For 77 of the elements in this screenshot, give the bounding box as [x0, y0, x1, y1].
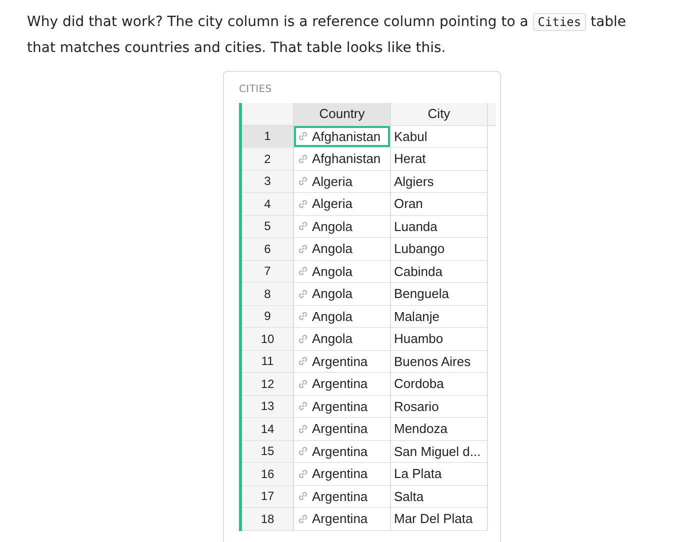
country-text: Angola — [312, 331, 352, 346]
table-cell: Rosario — [391, 396, 488, 418]
table-cell: Mar Del Plata — [391, 508, 488, 530]
country-text: Argentina — [312, 488, 368, 504]
link-icon — [297, 130, 309, 142]
country-text: Angola — [312, 218, 352, 234]
table-cell: Mendoza — [391, 418, 488, 440]
country-text: Argentina — [312, 444, 368, 459]
row-number: 1 — [242, 126, 294, 148]
row-number: 6 — [242, 238, 294, 260]
row-number: 12 — [242, 373, 294, 396]
link-icon — [297, 422, 309, 435]
row-number: 17 — [242, 486, 294, 508]
country-text: Argentina — [312, 376, 368, 392]
link-icon — [297, 198, 309, 210]
table-cell: Herat — [391, 148, 488, 170]
column-header[interactable]: City — [391, 103, 488, 126]
table-cell: La Plata — [391, 463, 488, 486]
link-icon — [297, 242, 309, 255]
table-cell: Oran — [391, 193, 488, 216]
column-header[interactable]: Country — [294, 103, 391, 126]
link-icon — [297, 355, 309, 368]
table-cell: Cordoba — [391, 373, 488, 396]
table-cell: Malanje — [391, 306, 488, 328]
table-cell: Salta — [391, 486, 488, 508]
country-text: Algeria — [312, 174, 352, 189]
country-text: Angola — [312, 286, 352, 302]
table-cell: Huambo — [391, 328, 488, 350]
link-icon — [297, 152, 309, 165]
table-cell: Benguela — [391, 283, 488, 306]
intro-paragraph: Why did that work? The city column is a reference column pointing to a Cities table that matches countries and cities. That table looks like this. — [26, 12, 628, 58]
link-icon — [297, 468, 309, 480]
link-icon — [297, 378, 309, 390]
link-icon — [297, 490, 309, 502]
row-number: 9 — [242, 306, 294, 328]
link-icon — [297, 175, 309, 188]
link-icon — [297, 310, 309, 322]
country-text: Argentina — [312, 398, 368, 414]
row-number: 13 — [242, 396, 294, 418]
country-text: Algeria — [312, 196, 352, 212]
row-number: 18 — [242, 508, 294, 530]
link-icon — [297, 512, 309, 525]
table-cell: Lubango — [391, 238, 488, 260]
row-number: 16 — [242, 463, 294, 486]
country-text: Argentina — [312, 466, 368, 482]
table-cell: Luanda — [391, 216, 488, 238]
link-icon — [297, 288, 309, 300]
link-icon — [297, 400, 309, 412]
link-icon — [297, 445, 309, 458]
row-number: 10 — [242, 328, 294, 350]
row-number: 8 — [242, 283, 294, 306]
country-text: Angola — [312, 264, 352, 279]
row-number: 3 — [242, 170, 294, 193]
country-text: Argentina — [312, 354, 368, 369]
table-cell: Buenos Aires — [391, 350, 488, 373]
table-cell: Cabinda — [391, 260, 488, 283]
row-number: 7 — [242, 260, 294, 283]
link-icon — [297, 265, 309, 278]
table-cell: San Miguel d... — [391, 440, 488, 463]
country-text: Angola — [312, 241, 352, 256]
row-number: 14 — [242, 418, 294, 440]
row-number: 5 — [242, 216, 294, 238]
country-text: Afghanistan — [312, 151, 381, 166]
row-number: 4 — [242, 193, 294, 216]
country-text: Argentina — [312, 421, 368, 436]
country-text: Argentina — [312, 511, 368, 526]
row-number: 11 — [242, 350, 294, 373]
country-text: Afghanistan — [312, 128, 381, 144]
link-icon — [297, 220, 309, 232]
table-title: CITIES — [239, 84, 273, 95]
table-cell: Kabul — [391, 126, 488, 148]
row-number: 15 — [242, 440, 294, 463]
code-snippet: Cities — [532, 13, 586, 31]
link-icon — [297, 332, 309, 345]
row-number: 2 — [242, 148, 294, 170]
country-text: Angola — [312, 308, 352, 324]
table-cell: Algiers — [391, 170, 488, 193]
